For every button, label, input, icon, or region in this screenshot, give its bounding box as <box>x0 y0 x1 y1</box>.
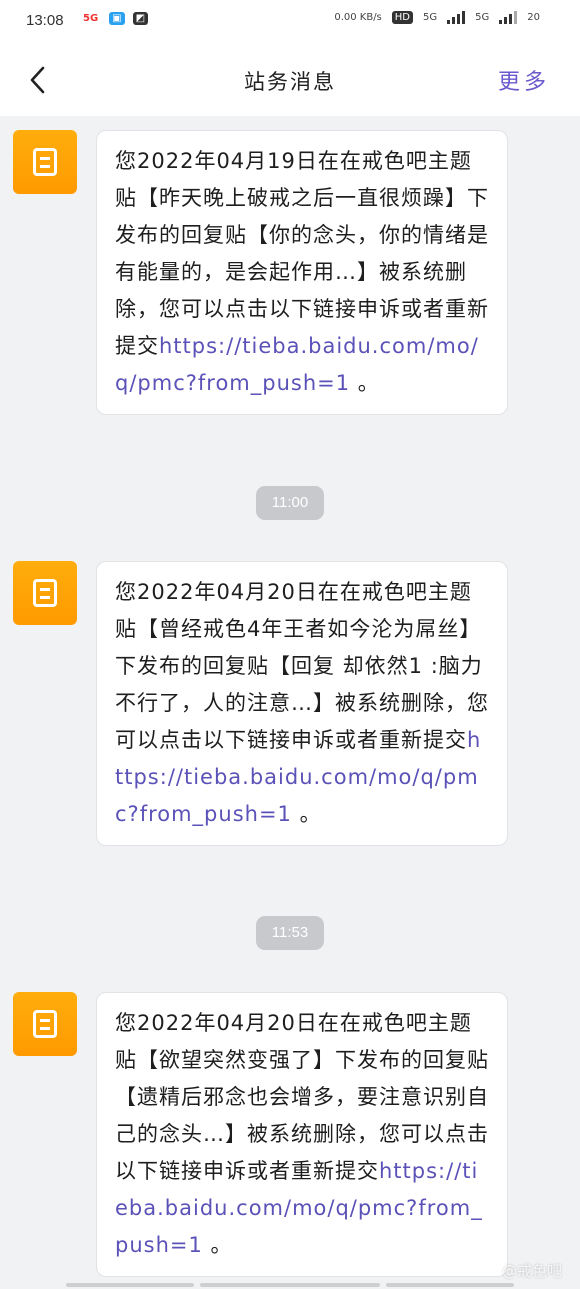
more-button[interactable]: 更多 <box>498 64 550 96</box>
message-bubble: 您2022年04月20日在在戒色吧主题贴【曾经戒色4年王者如今沦为屌丝】下发布的… <box>96 561 508 846</box>
document-icon <box>33 148 57 176</box>
status-time: 13:08 <box>26 12 64 29</box>
message-suffix: 。 <box>291 802 322 826</box>
system-avatar <box>13 992 77 1056</box>
hd-icon: HD <box>391 10 414 24</box>
battery-level: 20 <box>527 11 540 23</box>
scroll-indicator <box>200 1283 380 1287</box>
network-icon: 5G <box>83 13 99 24</box>
system-avatar <box>13 130 77 194</box>
message-bubble: 您2022年04月20日在在戒色吧主题贴【欲望突然变强了】下发布的回复贴【遗精后… <box>96 992 508 1277</box>
signal-bars-icon <box>447 10 466 24</box>
message-text: 您2022年04月20日在在戒色吧主题贴【欲望突然变强了】下发布的回复贴【遗精后… <box>115 1011 489 1183</box>
photo-app-icon: ◩ <box>132 12 149 25</box>
scroll-indicator <box>386 1283 514 1287</box>
status-right: 0.00 KB/s HD 5G 5G 20 <box>334 10 540 24</box>
status-notification-icons: 5G ▣ ◩ <box>80 12 149 25</box>
message-suffix: 。 <box>350 371 380 395</box>
message-app-icon: ▣ <box>109 12 125 25</box>
signal-bars-icon <box>499 10 518 24</box>
nav-bar: 站务消息 更多 <box>0 44 580 116</box>
net-speed: 0.00 KB/s <box>334 11 382 23</box>
status-bar: 13:08 5G ▣ ◩ 0.00 KB/s HD 5G 5G 20 <box>0 0 580 44</box>
document-icon <box>33 579 57 607</box>
message-bubble: 您2022年04月19日在在戒色吧主题贴【昨天晚上破戒之后一直很烦躁】下发布的回… <box>96 130 508 415</box>
page-title: 站务消息 <box>244 70 336 94</box>
signal-label-1: 5G <box>423 11 438 23</box>
signal-label-2: 5G <box>475 11 490 23</box>
message-text: 您2022年04月19日在在戒色吧主题贴【昨天晚上破戒之后一直很烦躁】下发布的回… <box>115 149 489 358</box>
system-avatar <box>13 561 77 625</box>
message-suffix: 。 <box>202 1233 233 1257</box>
scroll-indicator <box>66 1283 194 1287</box>
appeal-link[interactable]: https://tieba.baidu.com/mo/q/pmc?from_pu… <box>115 334 479 395</box>
timestamp-badge: 11:00 <box>256 486 324 520</box>
message-text: 您2022年04月20日在在戒色吧主题贴【曾经戒色4年王者如今沦为屌丝】下发布的… <box>115 580 489 752</box>
timestamp-badge: 11:53 <box>256 916 324 950</box>
watermark: @戒色吧 <box>501 1262 562 1280</box>
document-icon <box>33 1010 57 1038</box>
